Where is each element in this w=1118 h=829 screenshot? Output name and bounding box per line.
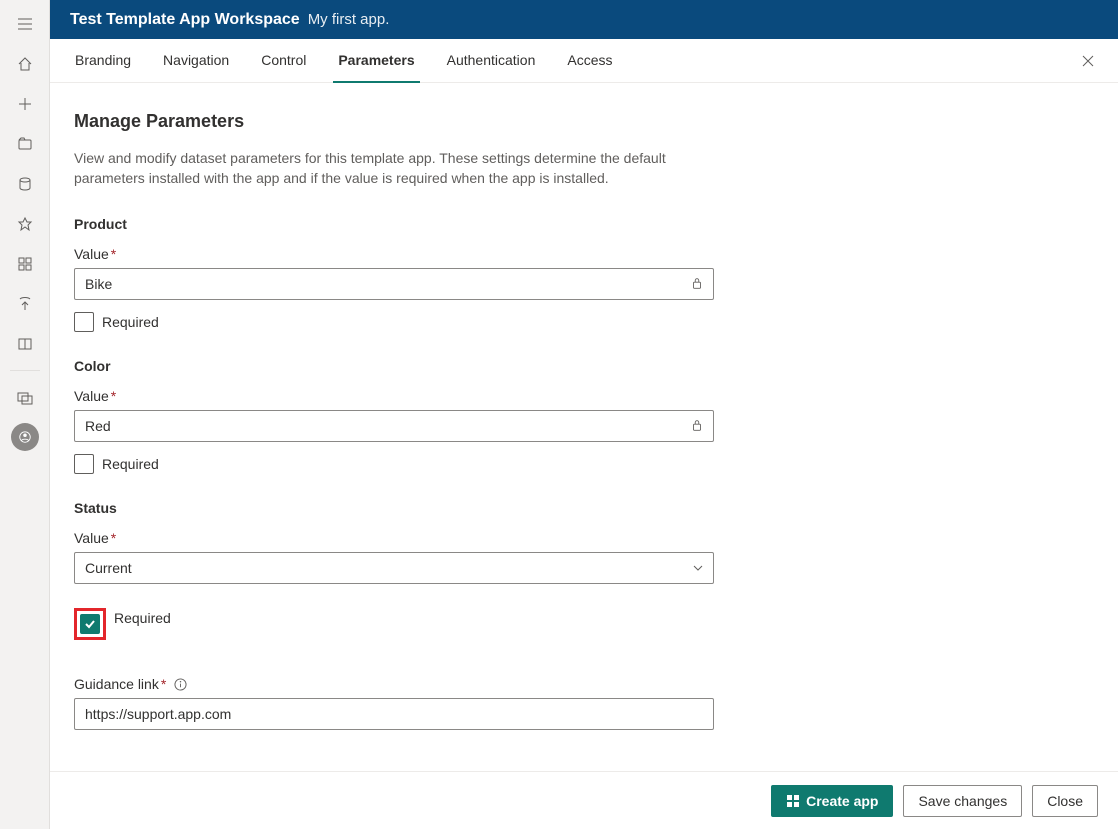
page-heading: Manage Parameters <box>74 111 1094 132</box>
param-group-color: Color Value* Required <box>74 358 1094 474</box>
value-input-color[interactable] <box>74 410 714 442</box>
data-hub-icon[interactable] <box>1 164 49 204</box>
lock-icon <box>690 418 706 434</box>
required-checkbox-status[interactable] <box>80 614 100 634</box>
workspace-title: Test Template App Workspace <box>70 11 300 29</box>
required-label: Required <box>114 610 171 626</box>
required-checkbox-highlight <box>74 608 106 640</box>
app-grid-icon <box>786 794 800 808</box>
create-app-button[interactable]: Create app <box>771 785 893 817</box>
tab-branding[interactable]: Branding <box>70 39 136 83</box>
content-area: Manage Parameters View and modify datase… <box>50 83 1118 829</box>
param-group-product: Product Value* Required <box>74 216 1094 332</box>
info-icon[interactable] <box>174 678 188 692</box>
sidebar-separator <box>10 370 40 371</box>
value-select-status[interactable]: Current <box>74 552 714 584</box>
workspaces-icon[interactable] <box>1 377 49 417</box>
tab-control[interactable]: Control <box>256 39 311 83</box>
footer-bar: Create app Save changes Close <box>50 771 1118 829</box>
learn-icon[interactable] <box>1 324 49 364</box>
tab-access[interactable]: Access <box>562 39 617 83</box>
guidance-link-group: Guidance link* <box>74 676 1094 730</box>
tab-navigation[interactable]: Navigation <box>158 39 234 83</box>
global-nav-sidebar <box>0 0 50 829</box>
required-checkbox-color[interactable] <box>74 454 94 474</box>
apps-icon[interactable] <box>1 244 49 284</box>
workspace-header: Test Template App Workspace My first app… <box>50 0 1118 39</box>
deployment-icon[interactable] <box>1 284 49 324</box>
lock-icon <box>690 276 706 292</box>
page-description: View and modify dataset parameters for t… <box>74 148 714 188</box>
close-button[interactable]: Close <box>1032 785 1098 817</box>
add-icon[interactable] <box>1 84 49 124</box>
tab-parameters[interactable]: Parameters <box>333 39 419 83</box>
guidance-link-input[interactable] <box>74 698 714 730</box>
value-input-product[interactable] <box>74 268 714 300</box>
required-checkbox-product[interactable] <box>74 312 94 332</box>
value-label-product: Value* <box>74 246 1094 262</box>
home-icon[interactable] <box>1 44 49 84</box>
required-label: Required <box>102 456 159 472</box>
tab-authentication[interactable]: Authentication <box>442 39 541 83</box>
value-label-color: Value* <box>74 388 1094 404</box>
param-name-status: Status <box>74 500 1094 516</box>
value-label-status: Value* <box>74 530 1094 546</box>
param-name-color: Color <box>74 358 1094 374</box>
hamburger-menu-icon[interactable] <box>1 4 49 44</box>
required-label: Required <box>102 314 159 330</box>
param-group-status: Status Value* Current <box>74 500 1094 640</box>
close-icon[interactable] <box>1078 51 1098 71</box>
save-changes-button[interactable]: Save changes <box>903 785 1022 817</box>
guidance-link-label: Guidance link* <box>74 676 1094 692</box>
tab-strip: Branding Navigation Control Parameters A… <box>50 39 1118 83</box>
workspace-avatar[interactable] <box>1 417 49 457</box>
metrics-icon[interactable] <box>1 204 49 244</box>
workspace-subtitle: My first app. <box>308 11 390 28</box>
browse-icon[interactable] <box>1 124 49 164</box>
param-name-product: Product <box>74 216 1094 232</box>
